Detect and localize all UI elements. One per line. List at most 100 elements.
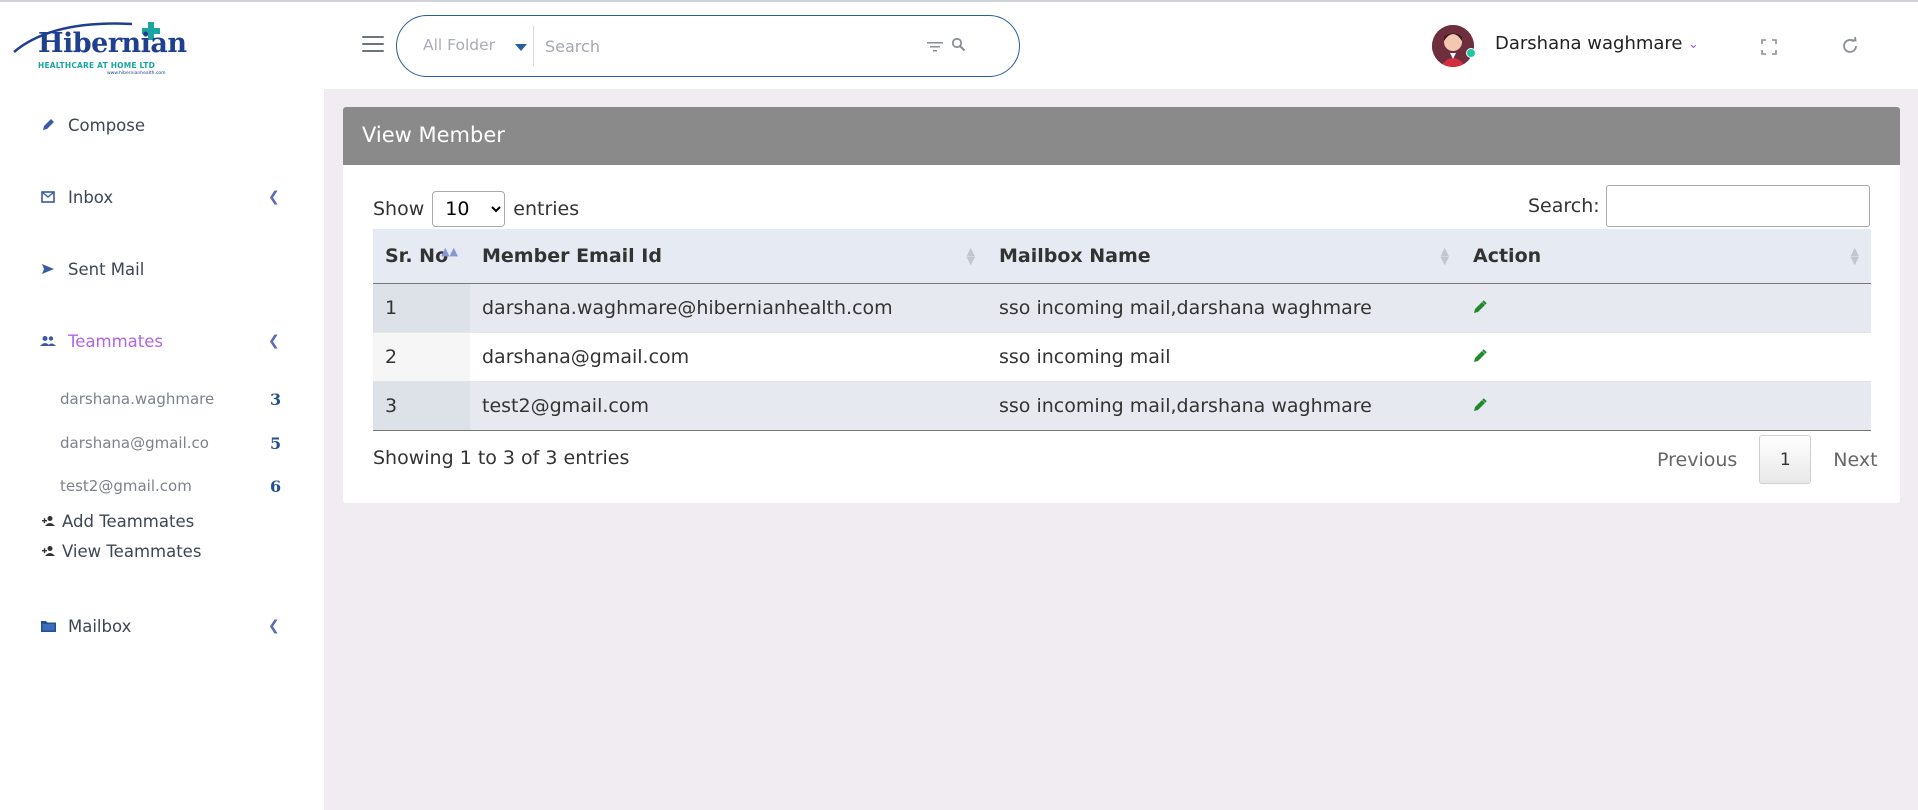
nav-sent-label: Sent Mail [68,259,145,279]
caret-down-icon[interactable] [515,44,527,51]
refresh-icon[interactable] [1841,36,1859,59]
column-header-label: Action [1473,244,1542,267]
column-header-mailbox[interactable]: Mailbox Name ▲ ▼ [987,229,1461,284]
column-header-label: Mailbox Name [999,244,1151,267]
brand-url: www.hibernianhealth.com [107,71,166,76]
hamburger-menu-icon[interactable] [362,36,384,54]
sidebar: Hibernian HEALTHCARE AT HOME LTD www.hib… [0,2,324,810]
nav-inbox-label: Inbox [68,187,114,207]
nav-sent-mail[interactable]: Sent Mail [40,254,144,284]
cell-email: darshana.waghmare@hibernianhealth.com [470,283,987,333]
filter-icon[interactable] [927,38,943,57]
teammate-item[interactable]: darshana.waghmare 3 [60,386,290,412]
nav-teammates-label: Teammates [68,331,164,351]
teammate-count: 5 [270,433,282,453]
online-status-dot [1466,48,1476,58]
cell-sr-no: 2 [373,332,470,382]
sort-asc-icon: ▲▲ [441,245,458,258]
pagination: Previous 1 Next [1641,435,1894,484]
column-header-label: Sr. No [385,244,449,267]
page-1-button[interactable]: 1 [1759,435,1812,484]
people-icon [40,333,56,349]
teammate-name: darshana@gmail.co [60,434,209,452]
brand-logo[interactable]: Hibernian HEALTHCARE AT HOME LTD www.hib… [12,16,187,78]
teammate-count: 6 [270,476,282,496]
cell-email: darshana@gmail.com [470,332,987,382]
folder-select[interactable]: All Folder [423,36,495,54]
nav-mailbox[interactable]: Mailbox ❮ [40,611,280,641]
cell-mailbox: sso incoming mail,darshana waghmare [987,283,1461,333]
table-search-label: Search: [1528,195,1600,217]
cell-sr-no: 3 [373,381,470,431]
table-search-input[interactable] [1605,185,1870,227]
entries-length-control: Show 10 entries [373,191,579,227]
edit-icon[interactable] [1473,348,1487,363]
cell-action [1461,283,1871,333]
nav-compose[interactable]: Compose [40,110,145,140]
search-input[interactable] [545,32,895,60]
nav-inbox[interactable]: Inbox ❮ [40,182,280,212]
column-header-email[interactable]: Member Email Id ▲ ▼ [470,229,987,284]
column-header-sr-no[interactable]: Sr. No ▲▲ [373,229,470,284]
chevron-left-icon[interactable]: ❮ [268,618,280,634]
teammate-name: test2@gmail.com [60,477,192,495]
add-user-icon [42,515,56,527]
entries-label: entries [513,198,580,220]
user-name[interactable]: Darshana waghmare [1495,33,1683,54]
table-row: 3 test2@gmail.com sso incoming mail,dars… [373,381,1871,431]
search-icon[interactable] [951,37,966,56]
show-label: Show [373,198,425,220]
edit-icon[interactable] [1473,299,1487,314]
members-table: Sr. No ▲▲ Member Email Id ▲ ▼ Mailbox Name ▲… [373,229,1871,431]
table-info: Showing 1 to 3 of 3 entries [373,447,630,469]
sort-icon: ▲ ▼ [1850,245,1859,267]
nav-teammates[interactable]: Teammates ❮ [40,326,280,356]
sort-icon: ▲ ▼ [1440,245,1449,267]
folder-icon [40,618,56,634]
nav-compose-label: Compose [68,115,146,135]
fullscreen-icon[interactable] [1761,39,1777,59]
envelope-icon [40,189,56,205]
teammate-name: darshana.waghmare [60,390,215,408]
view-teammates-link[interactable]: View Teammates [42,539,201,563]
top-header: All Folder Darshana waghmare ⌄ [324,2,1918,89]
add-teammates-label: Add Teammates [62,511,195,531]
column-header-label: Member Email Id [482,244,662,267]
chevron-left-icon[interactable]: ❮ [268,333,280,349]
chevron-left-icon[interactable]: ❮ [268,189,280,205]
next-button[interactable]: Next [1817,441,1893,479]
entries-select[interactable]: 10 [432,191,506,227]
chevron-down-icon[interactable]: ⌄ [1688,37,1699,52]
teammate-count: 3 [270,389,282,409]
search-bar: All Folder [396,15,1020,77]
view-user-icon [42,545,56,557]
cell-email: test2@gmail.com [470,381,987,431]
add-teammates-link[interactable]: Add Teammates [42,509,194,533]
main-content: View Member Show 10 entries Search: Sr. … [324,89,1918,810]
nav-mailbox-label: Mailbox [68,616,132,636]
table-row: 2 darshana@gmail.com sso incoming mail [373,332,1871,382]
send-icon [40,261,56,277]
table-header-row: Sr. No ▲▲ Member Email Id ▲ ▼ Mailbox Name ▲… [373,229,1871,284]
view-member-card: View Member Show 10 entries Search: Sr. … [343,107,1900,503]
brand-tagline: HEALTHCARE AT HOME LTD [38,61,156,70]
cell-action [1461,332,1871,382]
user-avatar[interactable] [1432,25,1474,67]
table-search: Search: [1528,185,1870,227]
view-teammates-label: View Teammates [62,541,202,561]
cell-sr-no: 1 [373,283,470,333]
search-divider [533,26,534,66]
edit-icon[interactable] [1473,397,1487,412]
table-row: 1 darshana.waghmare@hibernianhealth.com … [373,283,1871,333]
card-title: View Member [343,107,1900,165]
cell-action [1461,381,1871,431]
teammate-item[interactable]: darshana@gmail.co 5 [60,430,290,456]
sort-icon: ▲ ▼ [966,245,975,267]
previous-button[interactable]: Previous [1641,441,1753,479]
cell-mailbox: sso incoming mail,darshana waghmare [987,381,1461,431]
teammate-item[interactable]: test2@gmail.com 6 [60,473,290,499]
column-header-action[interactable]: Action ▲ ▼ [1461,229,1871,284]
pencil-icon [40,117,56,133]
cell-mailbox: sso incoming mail [987,332,1461,382]
brand-name: Hibernian [38,28,187,59]
